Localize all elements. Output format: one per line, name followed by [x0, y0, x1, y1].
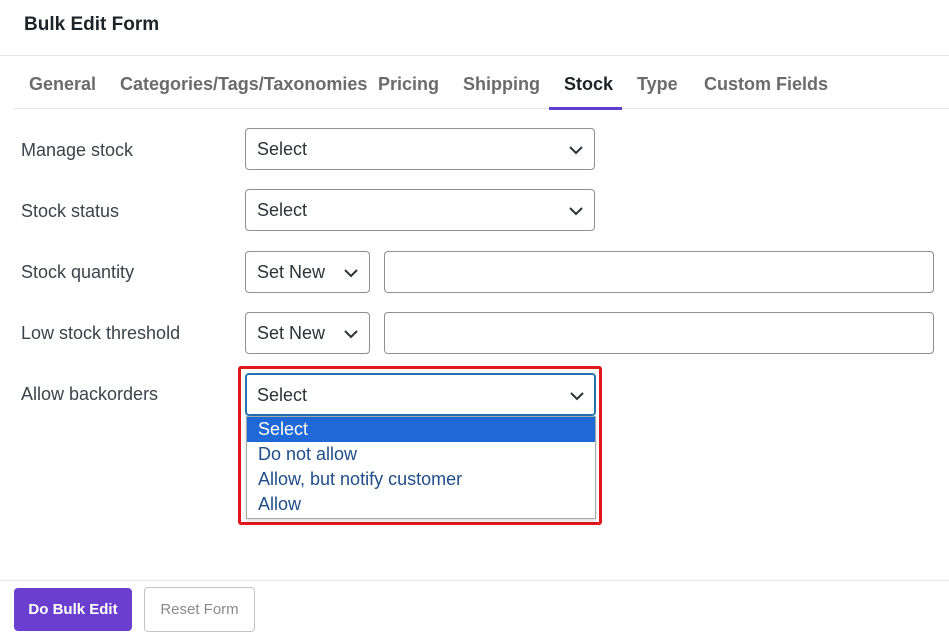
- stock-quantity-mode-select[interactable]: Set New: [245, 251, 370, 293]
- chevron-down-icon: [570, 392, 584, 401]
- stock-quantity-mode-value: Set New: [257, 262, 326, 282]
- allow-backorders-select[interactable]: Select: [245, 373, 596, 416]
- dropdown-option-do-not-allow[interactable]: Do not allow: [247, 442, 595, 467]
- chevron-down-icon: [344, 269, 358, 278]
- stock-quantity-input[interactable]: [384, 251, 934, 293]
- low-stock-threshold-label: Low stock threshold: [21, 323, 181, 343]
- bulk-edit-page: Bulk Edit Form General Categories/Tags/T…: [0, 0, 949, 635]
- chevron-down-icon: [569, 207, 583, 216]
- dropdown-option-select[interactable]: Select: [247, 417, 595, 442]
- do-bulk-edit-button[interactable]: Do Bulk Edit: [14, 588, 132, 631]
- dropdown-option-allow-notify[interactable]: Allow, but notify customer: [247, 467, 595, 492]
- allow-backorders-dropdown: Select Do not allow Allow, but notify cu…: [246, 416, 596, 519]
- manage-stock-select[interactable]: Select: [245, 128, 595, 170]
- low-stock-threshold-mode-select[interactable]: Set New: [245, 312, 370, 354]
- footer: Do Bulk Edit Reset Form: [0, 580, 949, 635]
- tab-pricing[interactable]: Pricing: [363, 56, 454, 109]
- dropdown-option-allow[interactable]: Allow: [247, 492, 595, 517]
- tab-general[interactable]: General: [14, 56, 111, 109]
- page-title: Bulk Edit Form: [24, 14, 160, 35]
- chevron-down-icon: [569, 146, 583, 155]
- chevron-down-icon: [344, 330, 358, 339]
- tab-custom-fields[interactable]: Custom Fields: [689, 56, 843, 109]
- tab-stock[interactable]: Stock: [549, 56, 622, 110]
- tab-shipping[interactable]: Shipping: [448, 56, 555, 109]
- tab-type[interactable]: Type: [622, 56, 693, 109]
- header: Bulk Edit Form: [0, 0, 949, 56]
- tab-categories-tags-taxonomies[interactable]: Categories/Tags/Taxonomies: [105, 56, 382, 109]
- stock-quantity-label: Stock quantity: [21, 262, 135, 282]
- allow-backorders-value: Select: [257, 385, 308, 405]
- reset-form-button[interactable]: Reset Form: [144, 587, 255, 632]
- low-stock-threshold-mode-value: Set New: [257, 323, 326, 343]
- allow-backorders-label: Allow backorders: [21, 384, 159, 404]
- stock-status-value: Select: [257, 200, 308, 220]
- stock-status-label: Stock status: [21, 201, 120, 221]
- manage-stock-value: Select: [257, 139, 308, 159]
- stock-status-select[interactable]: Select: [245, 189, 595, 231]
- low-stock-threshold-input[interactable]: [384, 312, 934, 354]
- manage-stock-label: Manage stock: [21, 140, 134, 160]
- tab-bar: General Categories/Tags/Taxonomies Prici…: [14, 56, 949, 110]
